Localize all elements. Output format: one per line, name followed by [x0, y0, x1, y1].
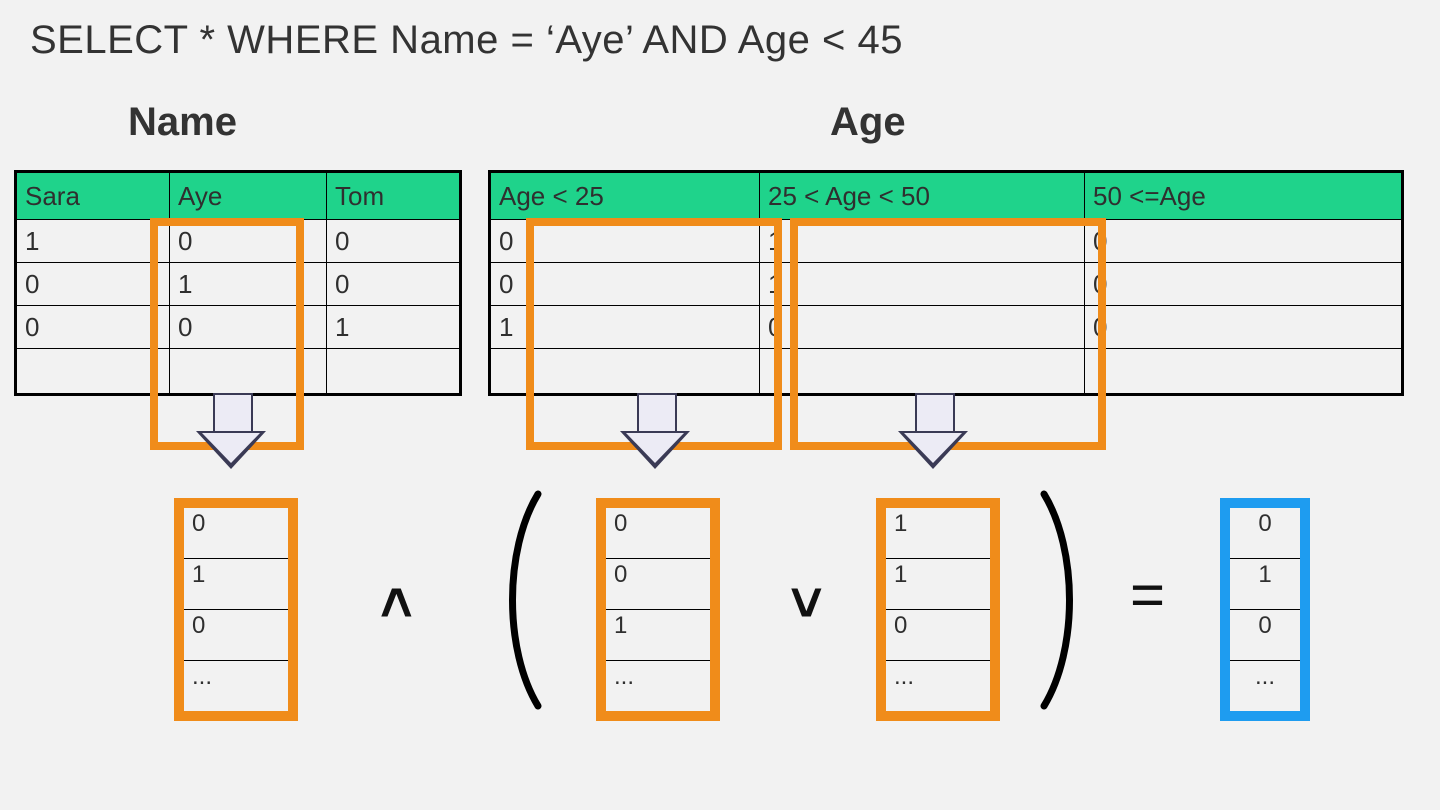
- age-header-25-50: 25 < Age < 50: [760, 172, 1085, 220]
- and-operator: ˄: [380, 570, 413, 635]
- cell: 0: [327, 220, 461, 263]
- vec-cell: 0: [1230, 610, 1300, 661]
- vec-cell: ...: [606, 661, 710, 711]
- cell: 0: [1085, 306, 1403, 349]
- left-paren-icon: [490, 490, 552, 710]
- cell: 0: [16, 306, 170, 349]
- equals-operator: =: [1130, 560, 1165, 629]
- vector-aye: 0 1 0 ...: [174, 498, 298, 721]
- vec-cell: 0: [606, 508, 710, 559]
- age-title: Age: [830, 100, 906, 145]
- name-header-aye: Aye: [170, 172, 327, 220]
- cell: 0: [16, 263, 170, 306]
- vec-cell: 1: [886, 559, 990, 610]
- sql-query: SELECT * WHERE Name = ‘Aye’ AND Age < 45: [30, 18, 903, 63]
- vec-cell: 0: [886, 610, 990, 661]
- diagram-root: SELECT * WHERE Name = ‘Aye’ AND Age < 45…: [0, 0, 1440, 810]
- vec-cell: ...: [886, 661, 990, 711]
- vec-cell: ...: [1230, 661, 1300, 711]
- cell: 0: [327, 263, 461, 306]
- vec-cell: 0: [184, 610, 288, 661]
- age-header-ge50: 50 <=Age: [1085, 172, 1403, 220]
- vector-result: 0 1 0 ...: [1220, 498, 1310, 721]
- vec-cell: 0: [184, 508, 288, 559]
- down-arrow-icon: [898, 393, 968, 473]
- vec-cell: ...: [184, 661, 288, 711]
- name-header-sara: Sara: [16, 172, 170, 220]
- age-header-lt25: Age < 25: [490, 172, 760, 220]
- down-arrow-icon: [196, 393, 266, 473]
- or-operator: ˅: [790, 570, 823, 635]
- vector-age-lt25: 0 0 1 ...: [596, 498, 720, 721]
- vector-age-25-50: 1 1 0 ...: [876, 498, 1000, 721]
- vec-cell: 1: [886, 508, 990, 559]
- vec-cell: 1: [606, 610, 710, 661]
- cell: 1: [16, 220, 170, 263]
- right-paren-icon: [1030, 490, 1092, 710]
- down-arrow-icon: [620, 393, 690, 473]
- cell: 0: [1085, 220, 1403, 263]
- name-header-tom: Tom: [327, 172, 461, 220]
- name-title: Name: [128, 100, 237, 145]
- vec-cell: 1: [184, 559, 288, 610]
- vec-cell: 0: [606, 559, 710, 610]
- cell: 1: [327, 306, 461, 349]
- cell: 0: [1085, 263, 1403, 306]
- vec-cell: 1: [1230, 559, 1300, 610]
- vec-cell: 0: [1230, 508, 1300, 559]
